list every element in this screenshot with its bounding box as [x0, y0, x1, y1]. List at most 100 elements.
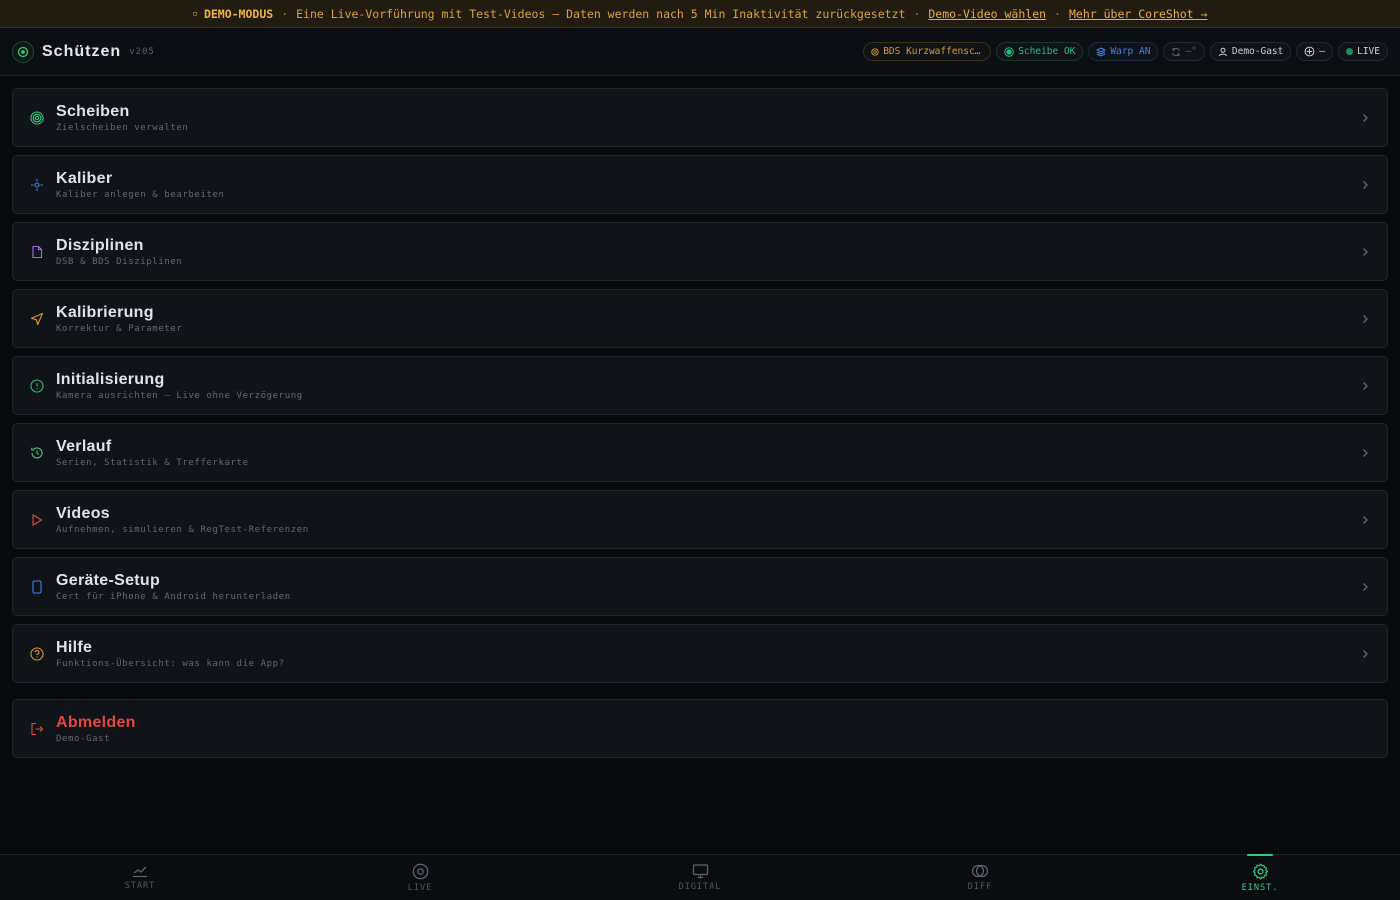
logout-icon	[29, 721, 45, 737]
menu-item-initialisierung[interactable]: Initialisierung Kamera ausrichten — Live…	[12, 356, 1388, 415]
menu-item-title: Hilfe	[56, 638, 93, 656]
chevron-right-icon	[1363, 515, 1368, 524]
live-label: LIVE	[1357, 46, 1380, 57]
overlap-circles-icon	[971, 864, 989, 878]
navigation-icon	[29, 311, 45, 327]
crosshair-icon	[1304, 46, 1315, 57]
logo-icon	[12, 40, 34, 63]
chevron-right-icon	[1363, 247, 1368, 256]
user-chip[interactable]: Demo-Gast	[1209, 42, 1292, 61]
aim-label: —	[1319, 46, 1326, 57]
menu-item-disziplinen[interactable]: Disziplinen DSB & BDS Disziplinen	[12, 222, 1388, 281]
nav-digital[interactable]: DIGITAL	[560, 855, 840, 900]
nav-label: LIVE	[407, 882, 433, 893]
target-status-chip[interactable]: Scheibe OK	[996, 42, 1084, 61]
crosshair-icon	[29, 177, 45, 193]
menu-item-title: Verlauf	[56, 437, 112, 455]
demo-icon: ▫	[192, 8, 198, 19]
user-label: Demo-Gast	[1231, 46, 1284, 57]
demo-banner: ▫ DEMO-MODUS · Eine Live-Vorführung mit …	[0, 0, 1400, 28]
menu-item-title: Kalibrierung	[56, 303, 154, 321]
live-status-dot	[1346, 48, 1354, 55]
menu-item-subtitle: DSB & BDS Disziplinen	[56, 256, 183, 267]
menu-item-subtitle: Serien, Statistik & Trefferkarte	[56, 457, 249, 468]
menu-item-verlauf[interactable]: Verlauf Serien, Statistik & Trefferkarte	[12, 423, 1388, 482]
sync-chip[interactable]: —°	[1163, 42, 1205, 61]
discipline-label: BDS Kurzwaffenschießen	[883, 46, 983, 57]
chevron-right-icon	[1363, 113, 1368, 122]
chevron-right-icon	[1363, 582, 1368, 591]
more-about-coreshot-link[interactable]: Mehr über CoreShot →	[1069, 7, 1207, 21]
layers-icon	[1096, 46, 1107, 57]
chevron-right-icon	[1363, 649, 1368, 658]
file-icon	[29, 244, 45, 260]
menu-item-kalibrierung[interactable]: Kalibrierung Korrektur & Parameter	[12, 289, 1388, 348]
menu-item-hilfe[interactable]: Hilfe Funktions-Übersicht: was kann die …	[12, 624, 1388, 683]
chevron-right-icon	[1363, 448, 1368, 457]
menu-item-subtitle: Cert für iPhone & Android herunterladen	[56, 591, 291, 602]
app-version: v205	[129, 46, 155, 57]
help-icon	[29, 646, 45, 662]
logout-button[interactable]: Abmelden Demo-Gast	[12, 699, 1388, 758]
nav-diff[interactable]: DIFF	[840, 855, 1120, 900]
menu-item-kaliber[interactable]: Kaliber Kaliber anlegen & bearbeiten	[12, 155, 1388, 214]
target-icon	[871, 47, 879, 56]
target-ok-icon	[1004, 46, 1014, 57]
nav-label: DIFF	[967, 882, 993, 892]
choose-demo-video-link[interactable]: Demo-Video wählen	[928, 7, 1046, 21]
nav-live[interactable]: LIVE	[280, 855, 560, 900]
menu-item-title: Videos	[56, 504, 110, 522]
logout-title: Abmelden	[56, 713, 136, 731]
warp-chip[interactable]: Warp AN	[1088, 42, 1159, 61]
logout-subtitle: Demo-Gast	[56, 733, 111, 744]
discipline-chip[interactable]: BDS Kurzwaffenschießen	[863, 42, 992, 61]
menu-item-title: Geräte-Setup	[56, 571, 161, 589]
separator: ·	[281, 6, 289, 21]
menu-item-subtitle: Zielscheiben verwalten	[56, 122, 189, 133]
menu-item-subtitle: Kamera ausrichten — Live ohne Verzögerun…	[56, 390, 303, 401]
menu-item-scheiben[interactable]: Scheiben Zielscheiben verwalten	[12, 88, 1388, 147]
warp-label: Warp AN	[1110, 46, 1151, 57]
aim-chip[interactable]: —	[1296, 42, 1334, 61]
menu-item-subtitle: Korrektur & Parameter	[56, 323, 183, 334]
chevron-right-icon	[1363, 381, 1368, 390]
menu-item-subtitle: Kaliber anlegen & bearbeiten	[56, 189, 225, 200]
gear-icon	[1252, 862, 1268, 880]
bottom-nav: START LIVE DIGITAL DIFF EINST.	[0, 854, 1400, 900]
chart-line-icon	[133, 866, 147, 878]
target-status-label: Scheibe OK	[1018, 46, 1076, 57]
nav-label: START	[124, 881, 156, 891]
refresh-icon	[1172, 47, 1181, 56]
menu-item-title: Initialisierung	[56, 370, 165, 388]
menu-item-subtitle: Aufnehmen, simulieren & RegTest-Referenz…	[56, 524, 309, 535]
status-chips: BDS Kurzwaffenschießen Scheibe OK Warp A…	[863, 42, 1388, 61]
target-icon	[412, 863, 428, 879]
play-icon	[29, 512, 45, 528]
live-chip[interactable]: LIVE	[1338, 42, 1388, 61]
history-icon	[29, 445, 45, 461]
nav-start[interactable]: START	[0, 855, 280, 900]
settings-menu: Scheiben Zielscheiben verwalten Kaliber …	[12, 88, 1388, 766]
menu-item-title: Scheiben	[56, 102, 130, 120]
menu-item-subtitle: Funktions-Übersicht: was kann die App?	[56, 658, 285, 669]
page-title: Schützen	[42, 42, 122, 60]
demo-mode-label: DEMO-MODUS	[203, 6, 274, 21]
nav-label: EINST.	[1241, 882, 1279, 893]
demo-message: Eine Live-Vorführung mit Test-Videos — D…	[296, 6, 906, 21]
chevron-right-icon	[1363, 314, 1368, 323]
user-icon	[1218, 47, 1227, 56]
info-icon	[29, 378, 45, 394]
separator: ·	[1054, 6, 1061, 21]
phone-icon	[29, 579, 45, 595]
monitor-icon	[692, 864, 708, 879]
app-header: Schützen v205 BDS Kurzwaffenschießen Sch…	[0, 28, 1400, 76]
menu-item-geraete-setup[interactable]: Geräte-Setup Cert für iPhone & Android h…	[12, 557, 1388, 616]
menu-item-title: Disziplinen	[56, 236, 144, 254]
nav-einstellungen[interactable]: EINST.	[1120, 855, 1400, 900]
target-icon	[29, 110, 45, 126]
separator: ·	[913, 6, 921, 21]
nav-label: DIGITAL	[678, 882, 722, 892]
menu-item-title: Kaliber	[56, 169, 113, 187]
sync-label: —°	[1185, 46, 1197, 57]
menu-item-videos[interactable]: Videos Aufnehmen, simulieren & RegTest-R…	[12, 490, 1388, 549]
